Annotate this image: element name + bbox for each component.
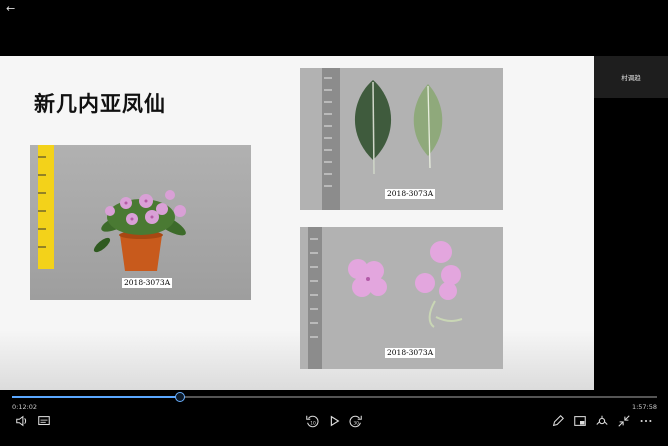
flowers-caption: 2018-3073A <box>385 348 436 358</box>
total-time: 1:57:58 <box>631 403 657 411</box>
svg-text:10: 10 <box>310 421 316 427</box>
current-time: 0:12:02 <box>12 403 38 411</box>
leaves-caption: 2018-3073A <box>385 189 436 199</box>
skip-back-10-icon[interactable]: 10 <box>304 414 320 430</box>
collection-icon[interactable] <box>594 414 610 430</box>
leaves-photo: 2018-3073A <box>300 68 503 210</box>
exit-fullscreen-icon[interactable] <box>616 414 632 430</box>
skip-forward-30-icon[interactable]: 30 <box>348 414 364 430</box>
back-arrow-icon[interactable]: ← <box>6 2 15 15</box>
more-icon[interactable] <box>638 414 654 430</box>
pen-icon[interactable] <box>550 414 566 430</box>
subtitles-icon[interactable] <box>36 414 52 430</box>
plant-illustration <box>38 145 186 271</box>
volume-icon[interactable] <box>14 414 30 430</box>
plant-photo: 2018-3073A <box>30 145 251 300</box>
progress-thumb[interactable] <box>174 392 185 402</box>
slide-title: 新几内亚凤仙 <box>34 92 166 116</box>
side-panel-label: 村调趋 <box>621 74 641 82</box>
cast-icon[interactable] <box>572 414 588 430</box>
presentation-slide: 新几内亚凤仙 2018-3073A 2018-3073A 2018-3073A <box>0 56 594 390</box>
plant-caption: 2018-3073A <box>122 278 173 288</box>
progress-fill <box>12 396 180 398</box>
side-panel[interactable]: 村调趋 <box>594 56 668 98</box>
progress-bar[interactable] <box>12 392 657 402</box>
svg-text:30: 30 <box>353 421 359 427</box>
flowers-photo: 2018-3073A <box>300 227 503 369</box>
play-icon[interactable] <box>326 414 342 430</box>
